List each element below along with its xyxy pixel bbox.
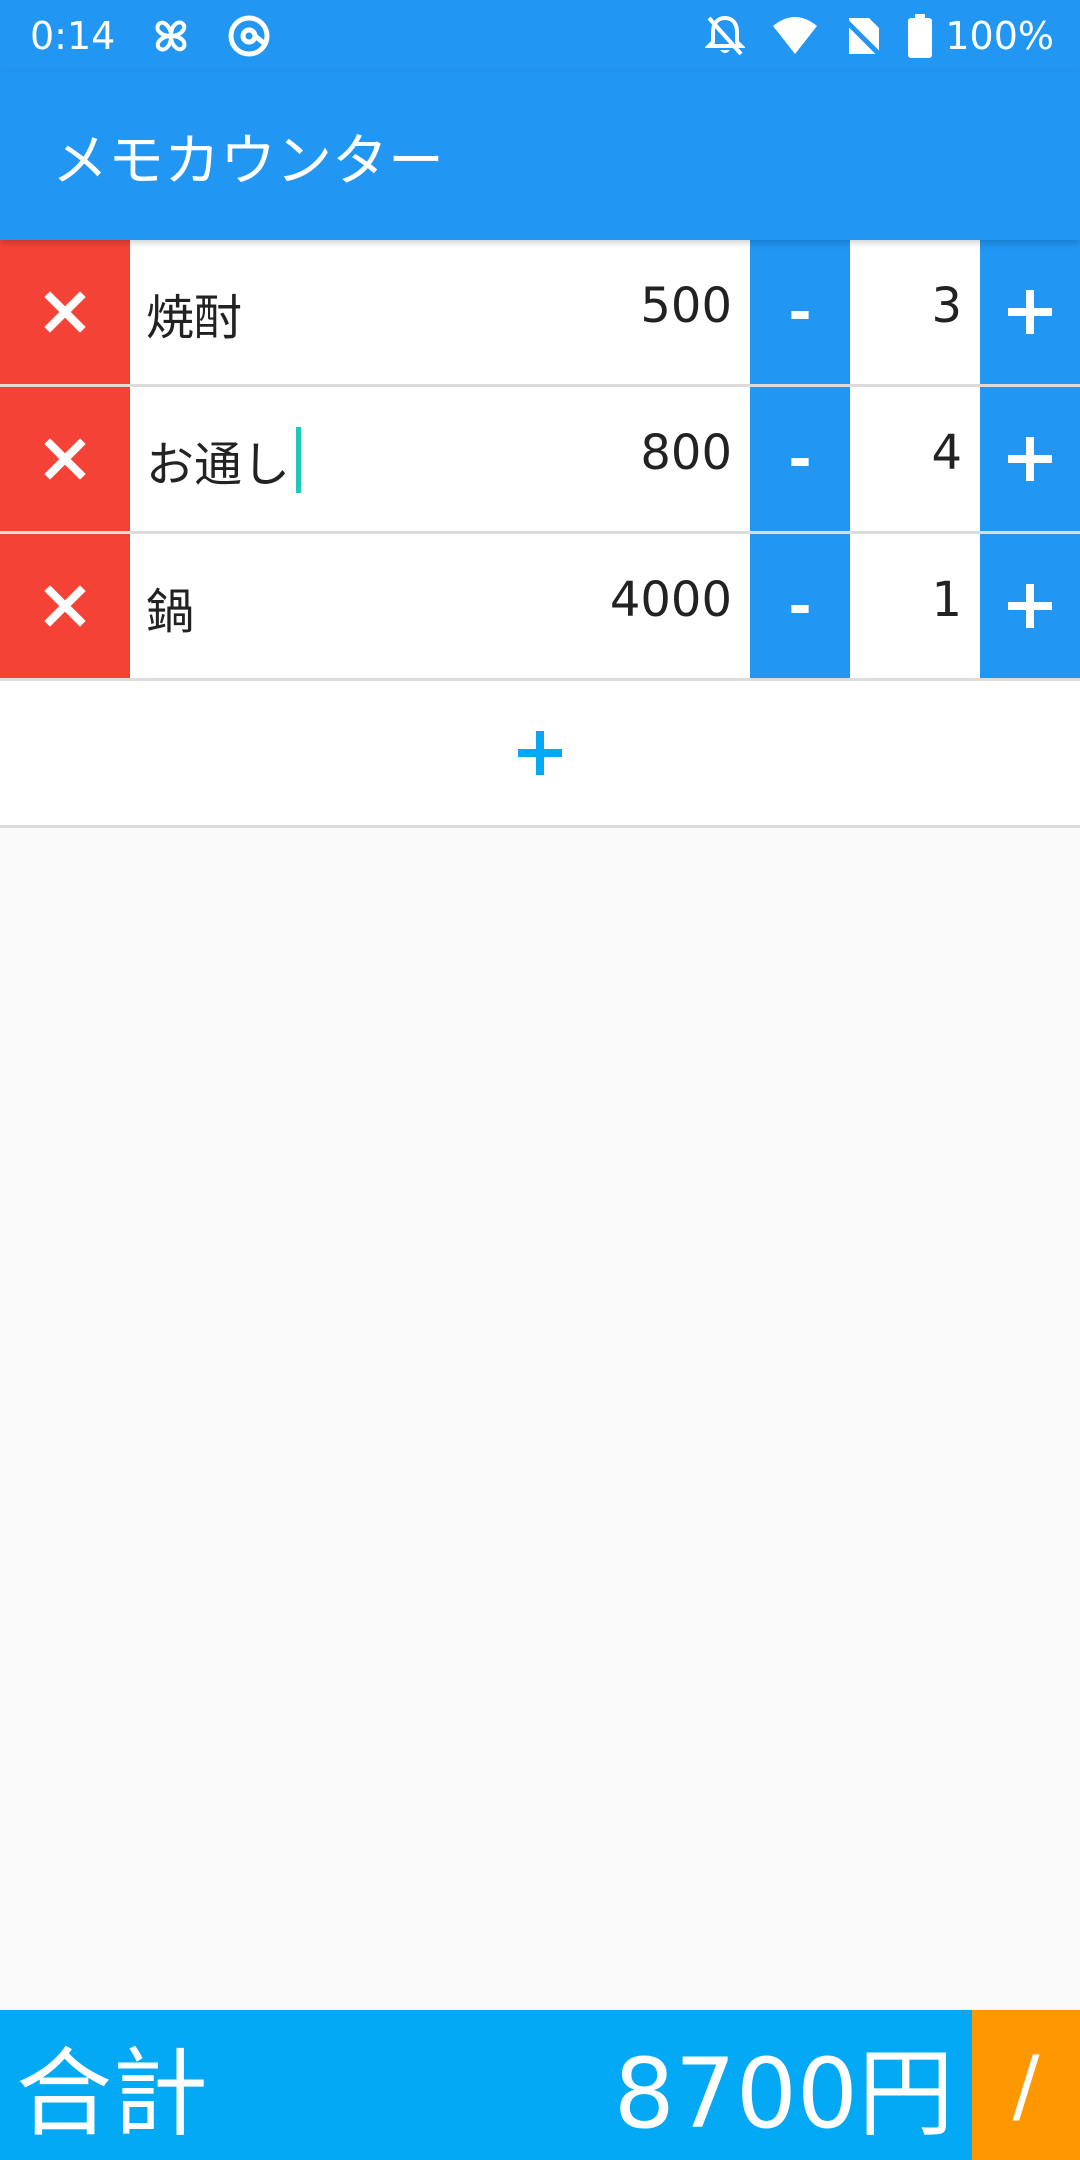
battery-icon bbox=[907, 14, 933, 58]
item-name-field[interactable]: 鍋 bbox=[146, 572, 194, 642]
total-bar: 合計 8700円 / bbox=[0, 2010, 1080, 2160]
decrement-button[interactable]: - bbox=[750, 240, 850, 384]
total-label: 合計 bbox=[16, 2037, 208, 2150]
pinwheel-icon bbox=[149, 14, 193, 58]
total-value: 8700円 bbox=[613, 2037, 954, 2150]
item-name-field[interactable]: 焼酎 bbox=[146, 278, 242, 348]
no-sim-icon bbox=[845, 14, 882, 58]
decrement-button[interactable]: - bbox=[750, 387, 850, 531]
plus-icon bbox=[1008, 437, 1052, 481]
status-bar: 0:14 100% bbox=[0, 0, 1080, 72]
list-item: 焼酎 500 - 3 bbox=[0, 240, 1080, 387]
battery-percent: 100% bbox=[945, 14, 1054, 58]
increment-button[interactable] bbox=[980, 534, 1080, 678]
delete-button[interactable] bbox=[0, 387, 130, 531]
increment-button[interactable] bbox=[980, 240, 1080, 384]
price-field[interactable]: 500 bbox=[640, 278, 732, 334]
plus-icon bbox=[1008, 584, 1052, 628]
close-icon bbox=[44, 438, 86, 480]
increment-button[interactable] bbox=[980, 387, 1080, 531]
list-item: お通し 800 - 4 bbox=[0, 387, 1080, 534]
delete-button[interactable] bbox=[0, 240, 130, 384]
delete-button[interactable] bbox=[0, 534, 130, 678]
list-item: 鍋 4000 - 1 bbox=[0, 534, 1080, 681]
divide-button[interactable]: / bbox=[972, 2010, 1080, 2160]
price-field[interactable]: 800 bbox=[640, 425, 732, 481]
add-item-button[interactable] bbox=[0, 681, 1080, 828]
item-name: 鍋 bbox=[146, 584, 195, 640]
price-field[interactable]: 4000 bbox=[610, 572, 732, 628]
app-bar: メモカウンター bbox=[0, 72, 1080, 240]
close-icon bbox=[44, 585, 86, 627]
item-list: 焼酎 500 - 3 お通し 800 - 4 鍋 4000 - 1 bbox=[0, 240, 1080, 828]
wifi-icon bbox=[771, 16, 819, 56]
status-time: 0:14 bbox=[30, 14, 116, 58]
add-icon bbox=[518, 731, 562, 775]
bell-off-icon bbox=[705, 14, 746, 58]
quantity-value: 3 bbox=[931, 278, 962, 334]
text-cursor bbox=[296, 427, 302, 493]
page-title: メモカウンター bbox=[52, 128, 444, 194]
quantity-value: 4 bbox=[931, 425, 962, 481]
at-sign-icon bbox=[227, 14, 271, 58]
item-name: 焼酎 bbox=[146, 290, 243, 346]
decrement-button[interactable]: - bbox=[750, 534, 850, 678]
close-icon bbox=[44, 291, 86, 333]
item-name-field[interactable]: お通し bbox=[146, 425, 302, 495]
plus-icon bbox=[1008, 290, 1052, 334]
item-name: お通し bbox=[146, 437, 291, 493]
quantity-value: 1 bbox=[931, 572, 962, 628]
